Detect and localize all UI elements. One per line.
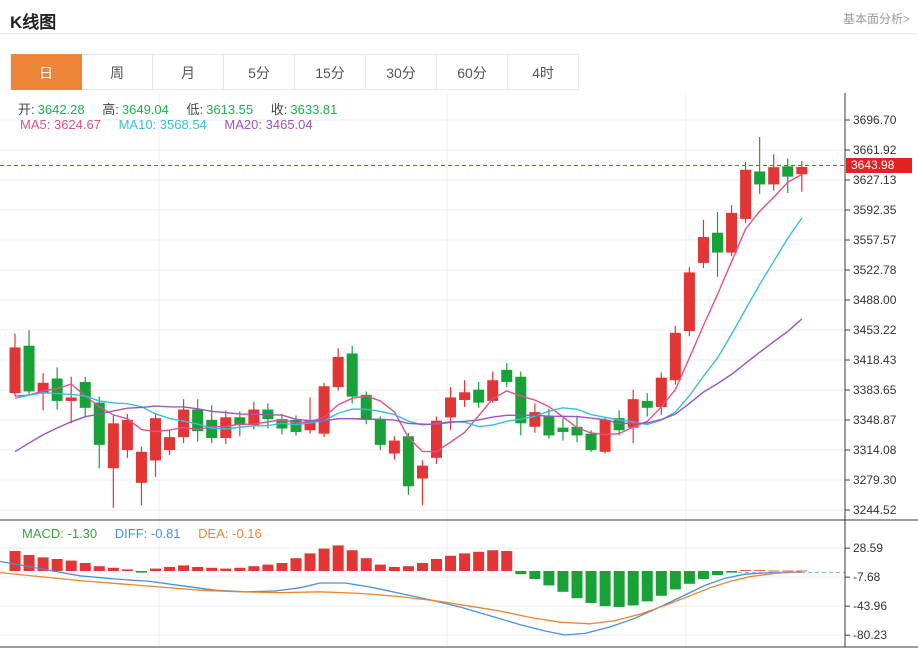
close-label: 收: — [270, 102, 288, 117]
price-axis-label: 3348.87 — [853, 413, 897, 427]
low-label: 低: — [186, 102, 204, 117]
price-axis-label: 3557.57 — [853, 233, 897, 247]
kline-chart[interactable]: 3696.70 3661.92 3627.13 3592.35 3557.57 3522.… — [0, 0, 918, 650]
price-axis-label: 3661.92 — [853, 143, 897, 157]
ma-legend: MA5: 3624.67 MA10: 3568.54 MA20: 3465.04 — [20, 117, 327, 132]
price-axis-label: 3244.52 — [853, 503, 897, 517]
ma10-label: MA10: — [118, 117, 157, 132]
high-value: 3649.04 — [121, 102, 169, 117]
close-value: 3633.81 — [290, 102, 338, 117]
ma20-value: 3465.04 — [265, 117, 313, 132]
price-axis-label: 3488.00 — [853, 293, 897, 307]
low-value: 3613.55 — [206, 102, 254, 117]
macd-axis-label: 28.59 — [853, 541, 883, 555]
price-axis-label: 3383.65 — [853, 383, 897, 397]
macd-label: MACD: — [22, 526, 64, 541]
macd-axis-label: -7.68 — [853, 570, 881, 584]
dea-value: -0.16 — [232, 526, 262, 541]
macd-axis-label: -43.96 — [853, 599, 887, 613]
price-axis-label: 3453.22 — [853, 323, 897, 337]
price-axis-label: 3592.35 — [853, 203, 897, 217]
high-label: 高: — [102, 102, 119, 117]
price-axis-label: 3418.43 — [853, 353, 897, 367]
open-value: 3642.28 — [37, 102, 85, 117]
macd-legend: MACD: -1.30 DIFF: -0.81 DEA: -0.16 — [22, 526, 276, 541]
ma20-label: MA20: — [224, 117, 262, 132]
dea-label: DEA: — [198, 526, 229, 541]
price-axis-label: 3314.08 — [853, 443, 897, 457]
current-price-badge: 3643.98 — [846, 158, 912, 173]
price-axis-label: 3279.30 — [853, 473, 897, 487]
price-axis-label: 3696.70 — [853, 113, 897, 127]
price-axis-label: 3522.78 — [853, 263, 897, 277]
price-axis-label: 3627.13 — [853, 173, 897, 187]
macd-value: -1.30 — [67, 526, 98, 541]
macd-axis-label: -80.23 — [853, 628, 887, 642]
open-label: 开: — [18, 102, 35, 117]
ma5-value: 3624.67 — [53, 117, 101, 132]
ohlc-legend: 开: 3642.28 高: 3649.04 低: 3613.55 收: 3633.81 — [18, 99, 351, 118]
ma5-label: MA5: — [20, 117, 51, 132]
diff-value: -0.81 — [150, 526, 181, 541]
ma10-value: 3568.54 — [159, 117, 207, 132]
diff-label: DIFF: — [114, 526, 148, 541]
kline-page: K线图 基本面分析> 日周月 5分 15分 30分 60分 4时 3696.70 3661.… — [0, 0, 918, 650]
